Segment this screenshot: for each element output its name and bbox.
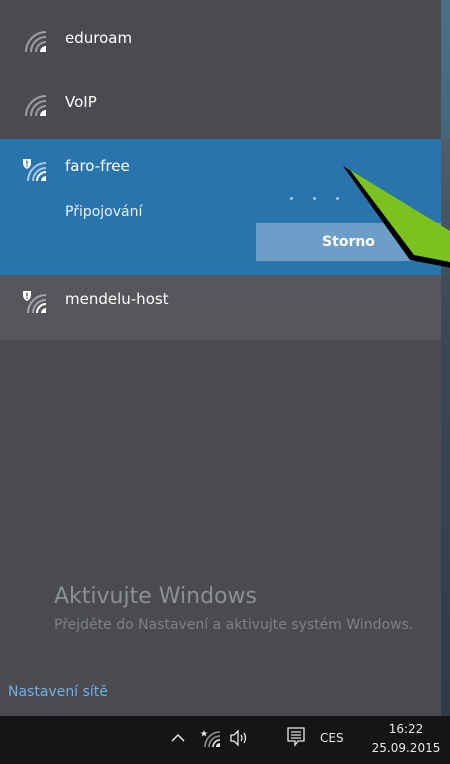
notification-icon[interactable] [287, 727, 305, 747]
wifi-icon [22, 92, 48, 118]
progress-dot [336, 197, 339, 200]
network-item-faro-free[interactable]: faro-free Připojování Storno [0, 139, 441, 275]
chevron-up-icon[interactable] [170, 730, 186, 746]
clock-date[interactable]: 25.09.2015 [366, 740, 446, 756]
network-name: mendelu-host [65, 290, 169, 308]
network-name: VoIP [65, 93, 97, 111]
language-indicator[interactable]: CES [320, 729, 344, 747]
taskbar: CES 16:22 25.09.2015 [0, 716, 450, 764]
clock-time[interactable]: 16:22 [366, 721, 446, 737]
progress-dot [313, 197, 316, 200]
connection-status: Připojování [65, 204, 143, 220]
activation-watermark: Aktivujte Windows Přejděte do Nastavení … [54, 583, 434, 635]
wifi-open-warning-icon [22, 289, 48, 315]
volume-icon[interactable] [229, 729, 251, 747]
network-item-voip[interactable]: VoIP [0, 70, 441, 132]
network-flyout: eduroam VoIP faro-free Připojování Storn… [0, 0, 441, 716]
wifi-open-warning-icon [22, 157, 48, 183]
watermark-title: Aktivujte Windows [54, 584, 257, 609]
cancel-button[interactable]: Storno [256, 223, 441, 261]
watermark-subtitle: Přejděte do Nastavení a aktivujte systém… [54, 617, 414, 633]
network-name: faro-free [65, 157, 130, 175]
progress-dot [290, 197, 293, 200]
desktop-highlight [441, 0, 450, 138]
network-item-mendelu-host[interactable]: mendelu-host [0, 275, 441, 340]
wifi-icon [22, 28, 48, 54]
wifi-icon[interactable] [200, 727, 222, 749]
network-item-eduroam[interactable]: eduroam [0, 6, 441, 68]
network-name: eduroam [65, 29, 133, 47]
desktop-background [441, 0, 450, 716]
network-settings-link[interactable]: Nastavení sítě [8, 683, 108, 701]
